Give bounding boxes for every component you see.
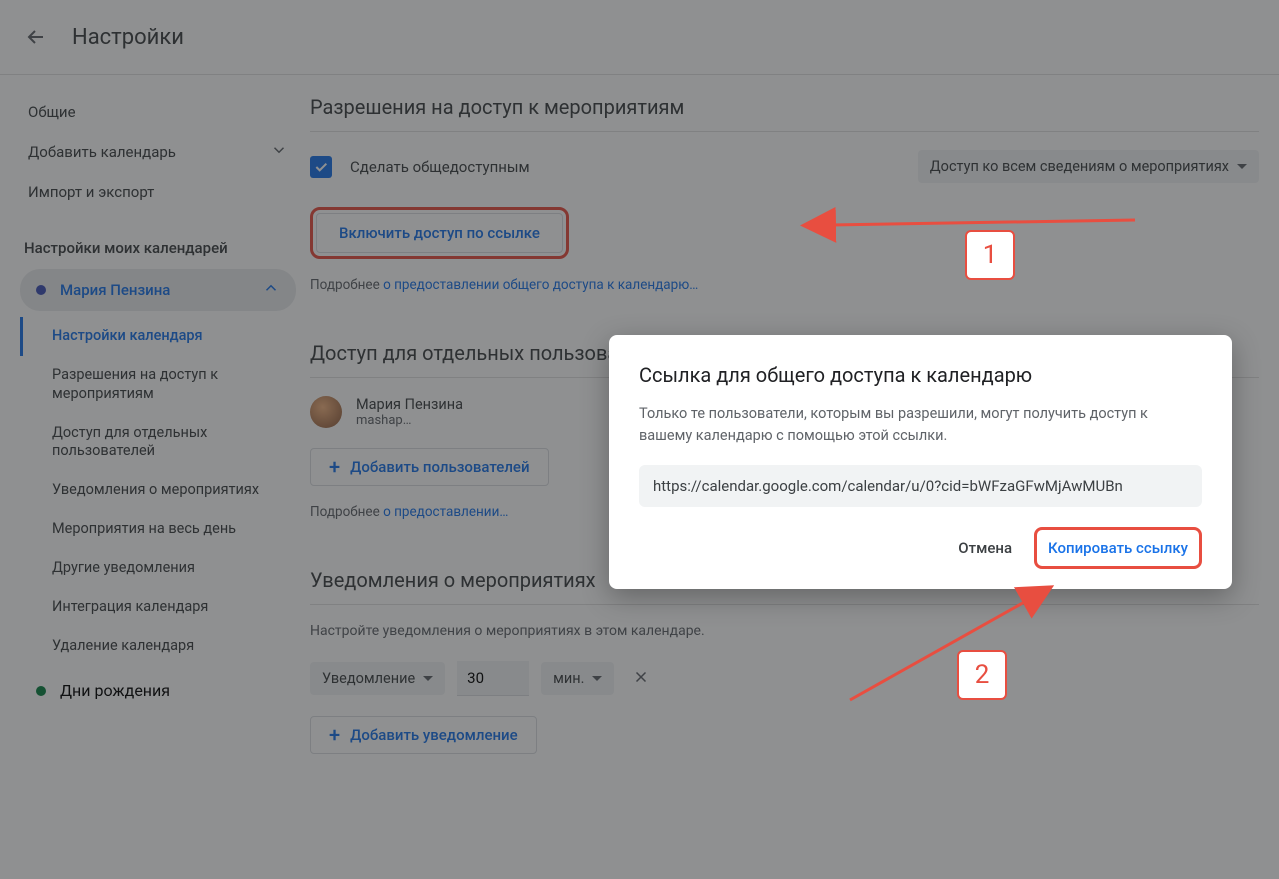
dialog-description: Только те пользователи, которым вы разре… bbox=[639, 403, 1202, 447]
annotation-number-1: 1 bbox=[965, 230, 1015, 280]
dialog-url-field[interactable]: https://calendar.google.com/calendar/u/0… bbox=[639, 465, 1202, 507]
cancel-button[interactable]: Отмена bbox=[944, 531, 1026, 565]
annotation-highlight-2: Копировать ссылку bbox=[1034, 527, 1202, 569]
shareable-link-dialog: Ссылка для общего доступа к календарю То… bbox=[609, 335, 1232, 589]
copy-link-button[interactable]: Копировать ссылку bbox=[1038, 531, 1198, 565]
annotation-number-2: 2 bbox=[957, 650, 1007, 700]
dialog-title: Ссылка для общего доступа к календарю bbox=[639, 363, 1202, 387]
